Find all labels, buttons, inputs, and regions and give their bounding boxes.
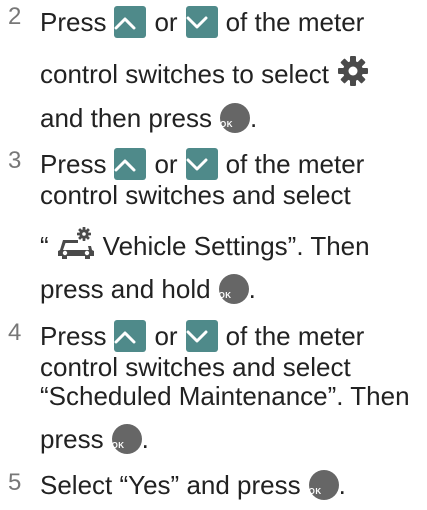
chevron-down-icon [185,6,218,38]
ok-button-icon: OK [111,424,142,454]
step-text: Select “Yes” and press [40,470,301,500]
step-text: of the meter [225,321,365,351]
step-text: “Scheduled Maintenance”. Then [40,381,410,411]
step-text: . [338,470,346,500]
step-text: “ [40,231,49,261]
step-text: or [154,7,178,37]
step-line: control switches and select [40,180,351,210]
step-line: “Scheduled Maintenance”. Then [40,381,410,411]
chevron-up-icon [114,320,147,352]
chevron-up-icon [114,148,147,180]
ok-label: OK [111,441,125,450]
step-text: control switches and select [40,180,351,210]
step-number: 4 [8,319,22,346]
step-text: Vehicle Settings”. Then [102,231,370,261]
step-number: 5 [8,469,22,496]
step-line: press OK . [40,424,149,454]
step-text: press [40,424,104,454]
chevron-down-icon [185,148,218,180]
step-text: . [250,103,258,133]
step-text: Press [40,149,107,179]
step-text: Press [40,7,107,37]
step-text: and then press [40,103,213,133]
step-text: control switches to select [40,59,330,89]
step-text: . [248,274,256,304]
step-line: control switches to select [40,55,369,93]
step-number: 2 [8,3,22,30]
step-text: or [154,149,178,179]
step-line: control switches and select [40,352,351,382]
step-text: Press [40,321,107,351]
chevron-up-icon [114,6,147,38]
step-text: of the meter [225,7,365,37]
chevron-down-icon [185,320,218,352]
step-line: Press or of the meter [40,148,364,180]
step-line: Press or of the meter [40,6,364,38]
ok-button-icon: OK [218,274,249,304]
step-number: 3 [8,147,22,174]
step-line: and then press OK . [40,103,257,133]
step-text: . [141,424,149,454]
step-line: “ Vehicle Settings”. Then [40,226,370,266]
ok-label: OK [220,120,234,129]
ok-button-icon: OK [308,470,339,500]
ok-label: OK [218,291,232,300]
step-text: of the meter [225,149,365,179]
ok-label: OK [308,487,322,496]
step-text: control switches and select [40,352,351,382]
gear-icon [337,55,369,93]
step-text: press and hold [40,274,211,304]
car-settings-icon [57,226,95,266]
step-line: Select “Yes” and press OK . [40,470,346,500]
step-line: Press or of the meter [40,320,364,352]
step-text: or [154,321,178,351]
step-line: press and hold OK . [40,274,256,304]
ok-button-icon: OK [220,103,251,133]
